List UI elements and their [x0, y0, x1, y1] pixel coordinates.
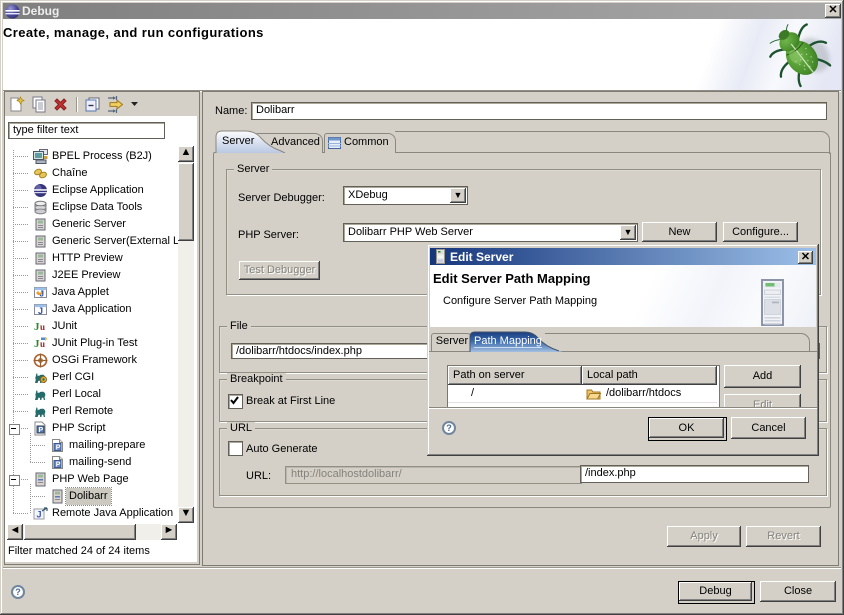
svg-text:P: P — [56, 462, 61, 469]
svg-text:J: J — [37, 510, 42, 520]
svg-text:J: J — [38, 306, 43, 316]
svg-text:P: P — [39, 427, 44, 434]
svg-text:u: u — [40, 339, 45, 349]
svg-text:P: P — [56, 445, 61, 452]
svg-text:u: u — [40, 322, 45, 332]
svg-text:J: J — [40, 290, 44, 299]
